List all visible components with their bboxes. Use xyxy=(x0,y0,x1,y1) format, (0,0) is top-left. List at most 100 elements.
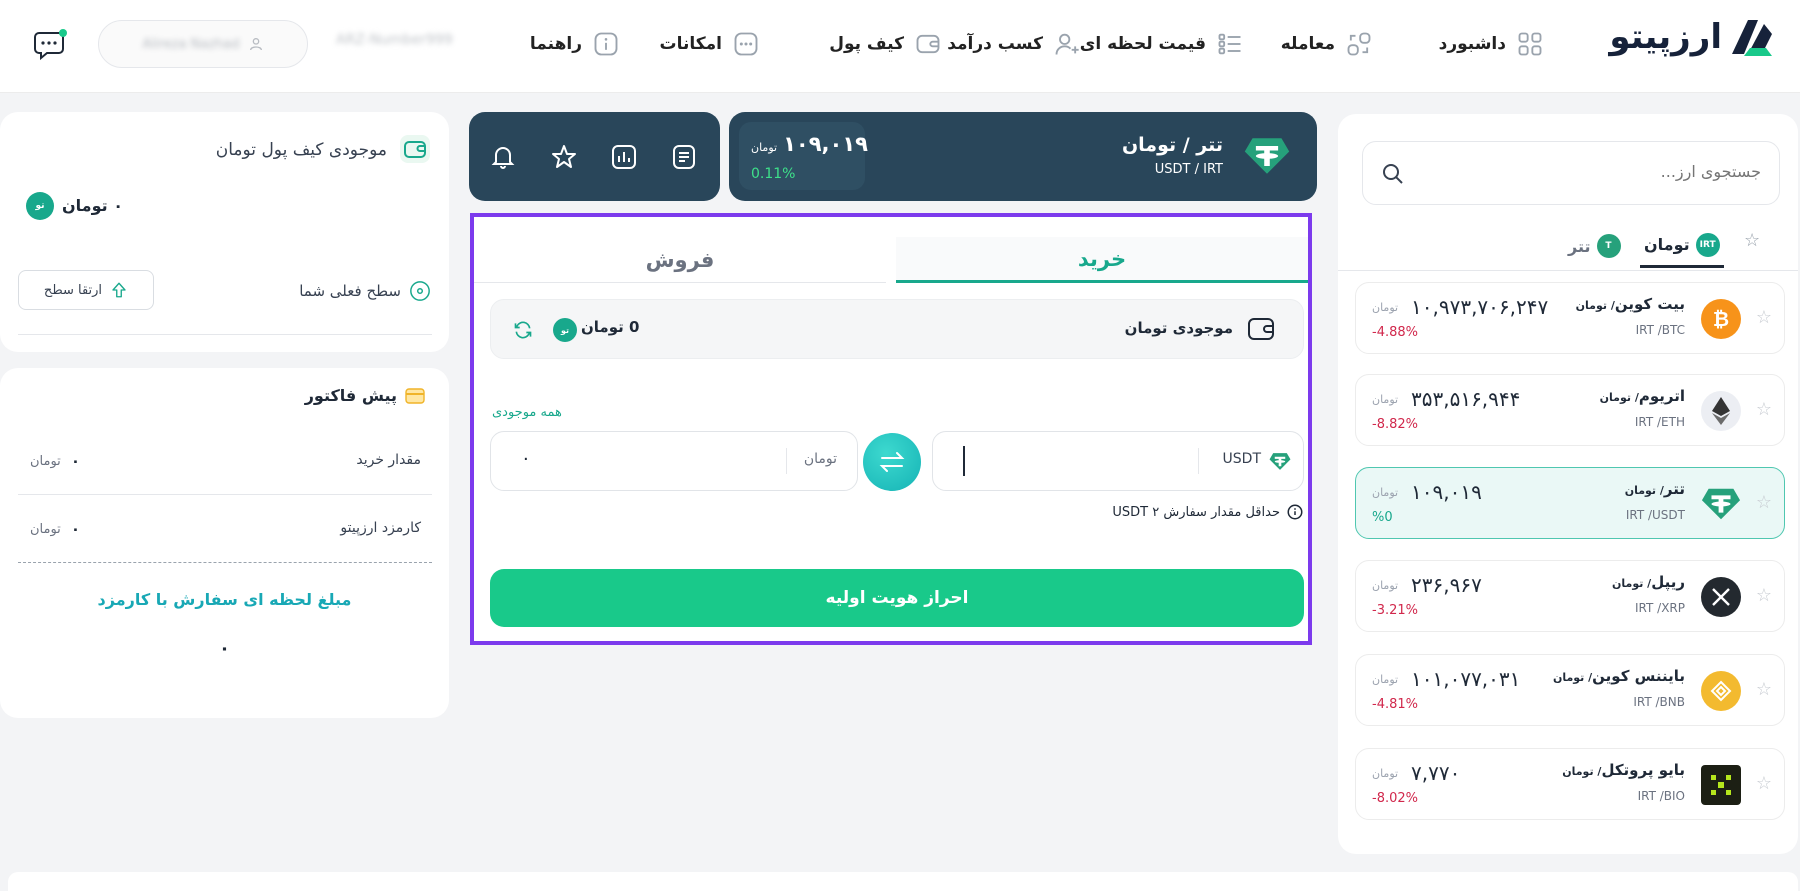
coin-pair: IRT /BTC xyxy=(1635,323,1685,337)
nav-label: قیمت لحظه ای xyxy=(1079,34,1206,54)
bio-icon xyxy=(1701,765,1741,805)
coin-pair: IRT /ETH xyxy=(1634,415,1685,429)
star-icon[interactable]: ☆ xyxy=(1756,492,1772,513)
nav-trade[interactable]: معامله xyxy=(1281,26,1373,62)
coin-row-btc[interactable]: ☆ ₿ بیت کوین/ تومان IRT /BTC ۱۰,۹۷۳,۷۰۶,… xyxy=(1355,282,1785,354)
text-cursor xyxy=(963,446,965,476)
chat-icon xyxy=(34,29,67,61)
invoice-row-value: ۰ تومان xyxy=(30,452,80,470)
coin-pair: IRT /USDT xyxy=(1625,508,1685,522)
coin-row-bnb[interactable]: ☆ بایننس کوین/ تومان IRT /BNB ۱۰۱,۰۷۷,۰۳… xyxy=(1355,654,1785,726)
ticker-price: ۱۰۹,۰۱۹ xyxy=(783,132,868,156)
search-icon xyxy=(1383,164,1403,184)
tab-buy[interactable]: خرید xyxy=(896,237,1308,283)
divider xyxy=(18,334,432,335)
all-balance-link[interactable]: همه موجودی xyxy=(492,405,562,420)
invoice-title: پیش فاکتور xyxy=(304,386,397,405)
invoice-header: پیش فاکتور xyxy=(305,386,425,405)
usdt-amount-field[interactable]: USDT xyxy=(932,431,1304,491)
nav-help[interactable]: راهنما xyxy=(530,26,620,62)
support-chat-button[interactable] xyxy=(33,27,67,61)
star-icon[interactable]: ☆ xyxy=(1756,307,1772,328)
divider xyxy=(18,494,432,495)
coin-price: ۳۵۳,۵۱۶,۹۴۴ xyxy=(1411,387,1521,411)
coin-row-usdt[interactable]: ☆ تتر/ تومان IRT /USDT ۱۰۹,۰۱۹ تومان %0 xyxy=(1355,467,1785,539)
bottom-panel-edge xyxy=(8,872,1798,891)
tab-label: تومان xyxy=(1644,235,1690,254)
invoice-card: پیش فاکتور مقدار خرید ۰ تومان کارمزد ارز… xyxy=(0,368,449,718)
upgrade-level-button[interactable]: ارتقا سطح xyxy=(18,270,154,310)
search-input[interactable] xyxy=(1431,162,1761,181)
coin-name: بایو پروتکل/ تومان xyxy=(1562,761,1685,779)
bnb-icon xyxy=(1701,671,1741,711)
kyc-button[interactable]: احراز هویت اولیه xyxy=(490,569,1304,627)
ticker-change: 0.11% xyxy=(751,166,796,182)
orders-icon[interactable] xyxy=(671,144,697,170)
user-plus-icon xyxy=(1055,33,1079,55)
tab-sell[interactable]: فروش xyxy=(474,237,886,283)
star-icon[interactable]: ☆ xyxy=(1756,399,1772,420)
chart-icon[interactable] xyxy=(611,144,637,170)
nav-label: راهنما xyxy=(529,34,582,54)
coin-unit: تومان xyxy=(1372,393,1399,406)
tab-toman[interactable]: تومان IRT xyxy=(1640,224,1724,268)
coin-pair: IRT /XRP xyxy=(1635,601,1685,615)
favorites-star-icon[interactable]: ☆ xyxy=(1744,230,1760,251)
coin-price: ۱۰۹,۰۱۹ xyxy=(1411,480,1482,504)
toman-amount-field[interactable]: تومان ۰ xyxy=(490,431,858,491)
nav-label: معامله xyxy=(1280,34,1335,54)
notification-bell-icon[interactable] xyxy=(491,144,515,170)
nav-label: کیف پول xyxy=(829,34,904,54)
coin-change: %0 xyxy=(1372,510,1393,525)
tab-label: تتر xyxy=(1568,236,1591,256)
coin-change: -3.21% xyxy=(1372,603,1418,618)
top-navigation-bar: ارزپیتو داشبورد معامله قیمت لحظه ای کسب … xyxy=(0,0,1800,93)
arrow-up-icon xyxy=(112,282,126,298)
star-icon[interactable]: ☆ xyxy=(1756,585,1772,606)
divider xyxy=(1338,270,1798,271)
ticker-tools xyxy=(469,112,720,201)
min-order-text: حداقل مقدار سفارش USDT ۲ xyxy=(1112,504,1280,520)
brand-logo[interactable]: ارزپیتو xyxy=(1609,14,1776,60)
level-icon xyxy=(410,281,430,301)
dashed-divider xyxy=(18,562,432,563)
ethereum-icon xyxy=(1701,391,1741,431)
toman-value: ۰ xyxy=(521,448,531,469)
toman-icon: تو xyxy=(553,318,577,342)
coin-row-eth[interactable]: ☆ اتریوم/ تومان IRT /ETH ۳۵۳,۵۱۶,۹۴۴ توم… xyxy=(1355,374,1785,446)
coin-pair: IRT /BIO xyxy=(1637,789,1685,803)
wallet-card-title: موجودی کیف پول تومان xyxy=(215,140,387,160)
trade-panel: خرید فروش موجودی تومان 0 تومان تو همه مو… xyxy=(470,213,1312,645)
coin-row-bio[interactable]: ☆ بایو پروتکل/ تومان IRT /BIO ۷,۷۷۰ توما… xyxy=(1355,748,1785,820)
nav-label: امکانات xyxy=(659,34,722,54)
nav-live-prices[interactable]: قیمت لحظه ای xyxy=(1080,26,1244,62)
coin-name: تتر/ تومان xyxy=(1624,480,1685,498)
coin-unit: تومان xyxy=(1372,767,1399,780)
user-profile-button[interactable]: Alireza Nazhad xyxy=(98,20,308,68)
brand-name: ارزپیتو xyxy=(1609,17,1722,57)
coin-unit: تومان xyxy=(1372,301,1399,314)
invoice-row-label: مقدار خرید xyxy=(356,452,421,468)
balance-value: 0 تومان xyxy=(581,318,640,336)
star-icon[interactable] xyxy=(551,144,577,170)
star-icon[interactable]: ☆ xyxy=(1756,679,1772,700)
refresh-icon[interactable] xyxy=(513,320,533,340)
nav-earn[interactable]: کسب درآمد xyxy=(947,26,1081,62)
star-icon[interactable]: ☆ xyxy=(1756,773,1772,794)
nav-wallet[interactable]: کیف پول xyxy=(829,26,942,62)
tab-tether[interactable]: تتر T xyxy=(1568,224,1621,268)
coin-change: -8.02% xyxy=(1372,791,1418,806)
list-filter-icon xyxy=(1218,33,1241,55)
ticker-title: تتر / تومان xyxy=(1121,134,1223,156)
wallet-balance: ۰ تومان xyxy=(62,196,123,215)
swap-button[interactable] xyxy=(863,433,921,491)
usdt-label: USDT xyxy=(1222,451,1261,467)
coin-row-xrp[interactable]: ☆ ریپل/ تومان IRT /XRP ۲۳۶,۹۶۷ تومان -3.… xyxy=(1355,560,1785,632)
nav-dashboard[interactable]: داشبورد xyxy=(1439,26,1544,62)
level-label: سطح فعلی شما xyxy=(299,282,401,300)
card-icon xyxy=(405,387,425,404)
coin-unit: تومان xyxy=(1372,486,1399,499)
field-divider xyxy=(1198,448,1199,474)
wallet-icon xyxy=(400,135,430,163)
nav-features[interactable]: امکانات xyxy=(660,26,760,62)
